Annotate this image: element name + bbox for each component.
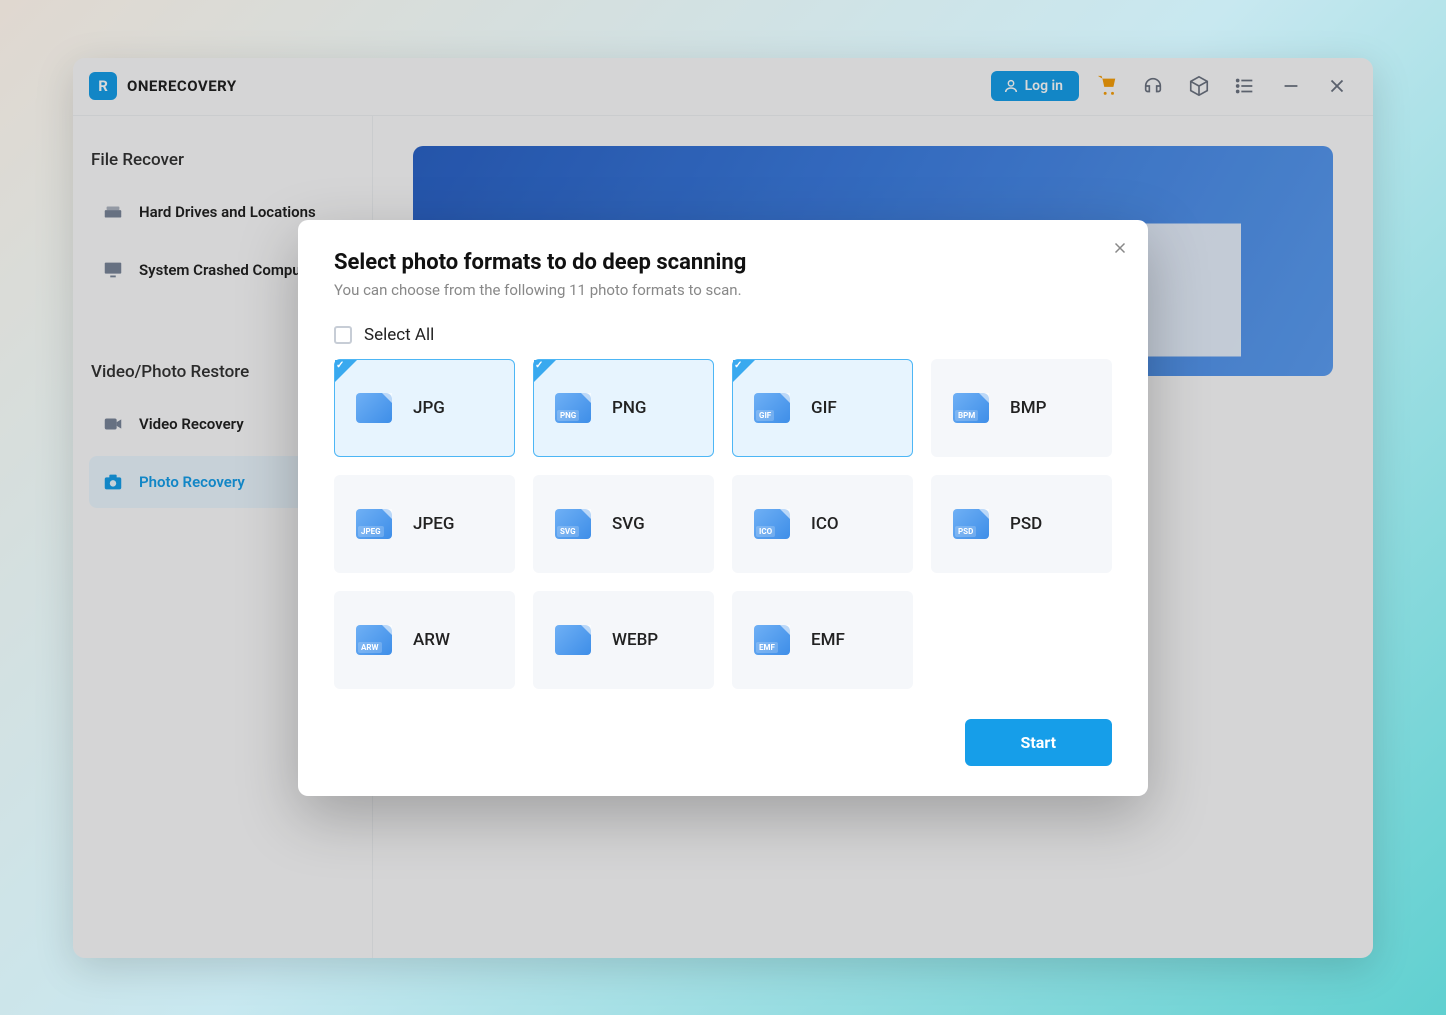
file-type-icon: SVG <box>552 503 594 545</box>
format-label: BMP <box>1010 398 1046 418</box>
format-grid: JPGPNGPNGGIFGIFBPMBMPJPEGJPEGSVGSVGICOIC… <box>334 359 1112 689</box>
select-all-checkbox[interactable]: Select All <box>334 325 1112 345</box>
format-label: JPEG <box>413 514 454 534</box>
format-label: WEBP <box>612 630 658 650</box>
format-label: SVG <box>612 514 645 534</box>
file-type-icon: BPM <box>950 387 992 429</box>
format-card-png[interactable]: PNG PNG <box>533 359 714 457</box>
start-button[interactable]: Start <box>965 719 1113 766</box>
modal-title: Select photo formats to do deep scanning <box>334 250 1112 275</box>
modal-subtitle: You can choose from the following 11 pho… <box>334 281 1112 299</box>
modal-close-button[interactable] <box>1106 234 1134 262</box>
file-type-icon: GIF <box>751 387 793 429</box>
format-card-psd[interactable]: PSD PSD <box>931 475 1112 573</box>
format-label: PSD <box>1010 514 1042 534</box>
file-type-icon: PSD <box>950 503 992 545</box>
format-label: ARW <box>413 630 450 650</box>
format-label: GIF <box>811 398 837 418</box>
format-label: ICO <box>811 514 839 534</box>
format-card-arw[interactable]: ARW ARW <box>334 591 515 689</box>
file-type-icon <box>353 387 395 429</box>
modal-overlay: Select photo formats to do deep scanning… <box>73 58 1373 958</box>
file-type-icon: JPEG <box>353 503 395 545</box>
format-card-jpeg[interactable]: JPEG JPEG <box>334 475 515 573</box>
app-window: R ONERECOVERY Log in File Recover <box>73 58 1373 958</box>
format-label: PNG <box>612 398 647 418</box>
file-type-icon <box>552 619 594 661</box>
select-all-label: Select All <box>364 325 434 345</box>
file-type-icon: EMF <box>751 619 793 661</box>
format-card-ico[interactable]: ICO ICO <box>732 475 913 573</box>
file-type-icon: ARW <box>353 619 395 661</box>
format-card-webp[interactable]: WEBP <box>533 591 714 689</box>
format-label: EMF <box>811 630 845 650</box>
checkbox-icon <box>334 326 352 344</box>
format-card-emf[interactable]: EMF EMF <box>732 591 913 689</box>
format-label: JPG <box>413 398 445 418</box>
format-card-jpg[interactable]: JPG <box>334 359 515 457</box>
selected-check-icon <box>534 360 556 382</box>
format-card-svg[interactable]: SVG SVG <box>533 475 714 573</box>
format-card-bmp[interactable]: BPM BMP <box>931 359 1112 457</box>
selected-check-icon <box>335 360 357 382</box>
file-type-icon: PNG <box>552 387 594 429</box>
format-card-gif[interactable]: GIF GIF <box>732 359 913 457</box>
file-type-icon: ICO <box>751 503 793 545</box>
selected-check-icon <box>733 360 755 382</box>
format-select-modal: Select photo formats to do deep scanning… <box>298 220 1148 796</box>
